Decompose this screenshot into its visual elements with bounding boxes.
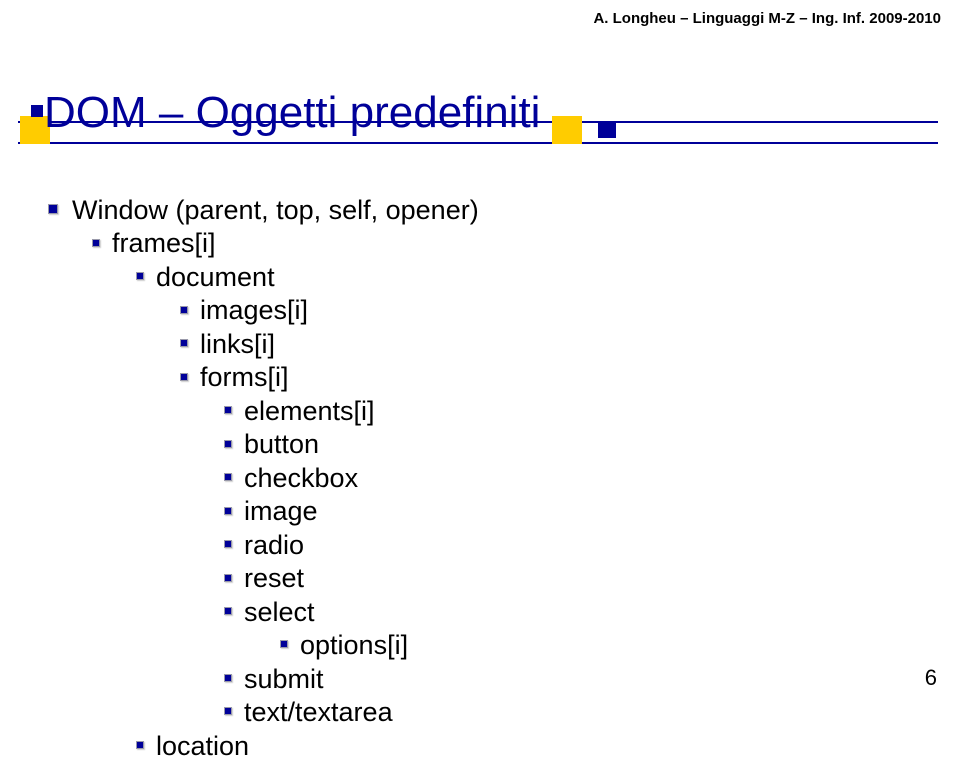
item-text: image [244, 496, 318, 526]
list-item: text/textarea [224, 696, 479, 729]
bullet-icon [136, 272, 144, 280]
bullet-icon [224, 406, 232, 414]
page-number: 6 [925, 665, 937, 691]
list-item: document [136, 261, 479, 294]
item-text: reset [244, 563, 304, 593]
list-item: select [224, 596, 479, 629]
item-text: button [244, 429, 319, 459]
bullet-icon [224, 574, 232, 582]
decor-square-purple [31, 105, 43, 117]
bullet-icon [224, 674, 232, 682]
item-text: forms[i] [200, 362, 289, 392]
decor-square-purple [598, 122, 616, 138]
list-item: reset [224, 562, 479, 595]
item-text: text/textarea [244, 697, 393, 727]
item-text: links[i] [200, 329, 275, 359]
list-item: location [136, 730, 479, 763]
list-item: checkbox [224, 462, 479, 495]
list-item: submit [224, 663, 479, 696]
bullet-icon [224, 473, 232, 481]
bullet-icon [280, 640, 288, 648]
list-item: elements[i] [224, 395, 479, 428]
item-text: frames[i] [112, 228, 216, 258]
slide: A. Longheu – Linguaggi M-Z – Ing. Inf. 2… [0, 0, 959, 709]
item-text: checkbox [244, 463, 358, 493]
list-item: radio [224, 529, 479, 562]
list-item: options[i] [280, 629, 479, 662]
decor-square-yellow [552, 116, 582, 144]
list-item: button [224, 428, 479, 461]
list-item: links[i] [180, 328, 479, 361]
item-text: location [156, 731, 249, 761]
list-item: forms[i] [180, 361, 479, 394]
list-item: image [224, 495, 479, 528]
bullet-icon [92, 239, 100, 247]
item-text: options[i] [300, 630, 408, 660]
content-body: Window (parent, top, self, opener) frame… [48, 194, 479, 763]
bullet-icon [136, 741, 144, 749]
item-text: elements[i] [244, 396, 375, 426]
bullet-icon [180, 306, 188, 314]
list-item: images[i] [180, 294, 479, 327]
item-text: radio [244, 530, 304, 560]
bullet-icon [180, 339, 188, 347]
title-block: DOM – Oggetti predefiniti [18, 88, 938, 148]
list-item: frames[i] [92, 227, 479, 260]
item-text: submit [244, 664, 324, 694]
item-text: document [156, 262, 275, 292]
bullet-icon [224, 607, 232, 615]
bullet-icon [224, 440, 232, 448]
decor-line [18, 142, 938, 144]
slide-title: DOM – Oggetti predefiniti [44, 88, 540, 138]
bullet-icon [48, 204, 58, 214]
slide-header: A. Longheu – Linguaggi M-Z – Ing. Inf. 2… [593, 10, 941, 27]
item-text: images[i] [200, 295, 308, 325]
bullet-icon [224, 540, 232, 548]
bullet-icon [180, 373, 188, 381]
bullet-icon [224, 507, 232, 515]
item-text: select [244, 597, 315, 627]
item-text: Window (parent, top, self, opener) [72, 195, 479, 225]
list-item: Window (parent, top, self, opener) [48, 194, 479, 227]
